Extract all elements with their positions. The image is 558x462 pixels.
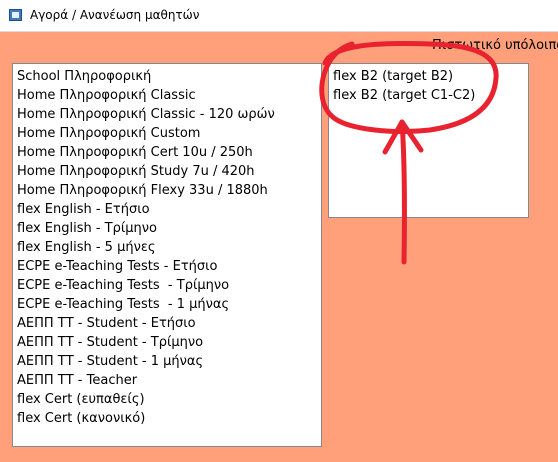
list-item[interactable]: flex B2 (target B2)	[333, 67, 528, 86]
list-item[interactable]: Home Πληροφορική Custom	[17, 124, 321, 143]
list-item[interactable]: ECPE e-Teaching Tests - 1 μήνας	[17, 295, 321, 314]
list-item[interactable]: ECPE e-Teaching Tests - Τρίμηνο	[17, 276, 321, 295]
window-title: Αγορά / Ανανέωση μαθητών	[30, 8, 200, 22]
credit-balance-label: Πιστωτικό υπόλοιπο	[432, 38, 558, 53]
list-item[interactable]: flex English - Ετήσιο	[17, 200, 321, 219]
app-window-icon	[9, 9, 22, 21]
list-item[interactable]: Home Πληροφορική Classic - 120 ωρών	[17, 105, 321, 124]
list-item[interactable]: flex English - Τρίμηνο	[17, 219, 321, 238]
list-item[interactable]: flex English - 5 μήνες	[17, 238, 321, 257]
list-item[interactable]: Home Πληροφορική Cert 10u / 250h	[17, 143, 321, 162]
list-item[interactable]: ΑΕΠΠ ΤΤ - Teacher	[17, 371, 321, 390]
products-listbox[interactable]: School Πληροφορική Home Πληροφορική Class…	[12, 63, 322, 447]
list-item[interactable]: ΑΕΠΠ ΤΤ - Student - Τρίμηνο	[17, 333, 321, 352]
title-bar: Αγορά / Ανανέωση μαθητών	[0, 0, 558, 32]
list-item[interactable]: ΑΕΠΠ ΤΤ - Student - 1 μήνας	[17, 352, 321, 371]
list-item[interactable]: flex Cert (ευπαθείς)	[17, 390, 321, 409]
list-item[interactable]: ΑΕΠΠ ΤΤ - Student - Ετήσιο	[17, 314, 321, 333]
list-item[interactable]: Home Πληροφορική Flexy 33u / 1880h	[17, 181, 321, 200]
list-item[interactable]: Home Πληροφορική Classic	[17, 86, 321, 105]
list-item[interactable]: Home Πληροφορική Study 7u / 420h	[17, 162, 321, 181]
list-item[interactable]: flex B2 (target C1-C2)	[333, 86, 528, 105]
list-item[interactable]: School Πληροφορική	[17, 67, 321, 86]
list-item[interactable]: flex Cert (κανονικό)	[17, 409, 321, 428]
selected-products-listbox[interactable]: flex B2 (target B2) flex B2 (target C1-C2…	[328, 63, 529, 218]
list-item[interactable]: ECPE e-Teaching Tests - Ετήσιο	[17, 257, 321, 276]
